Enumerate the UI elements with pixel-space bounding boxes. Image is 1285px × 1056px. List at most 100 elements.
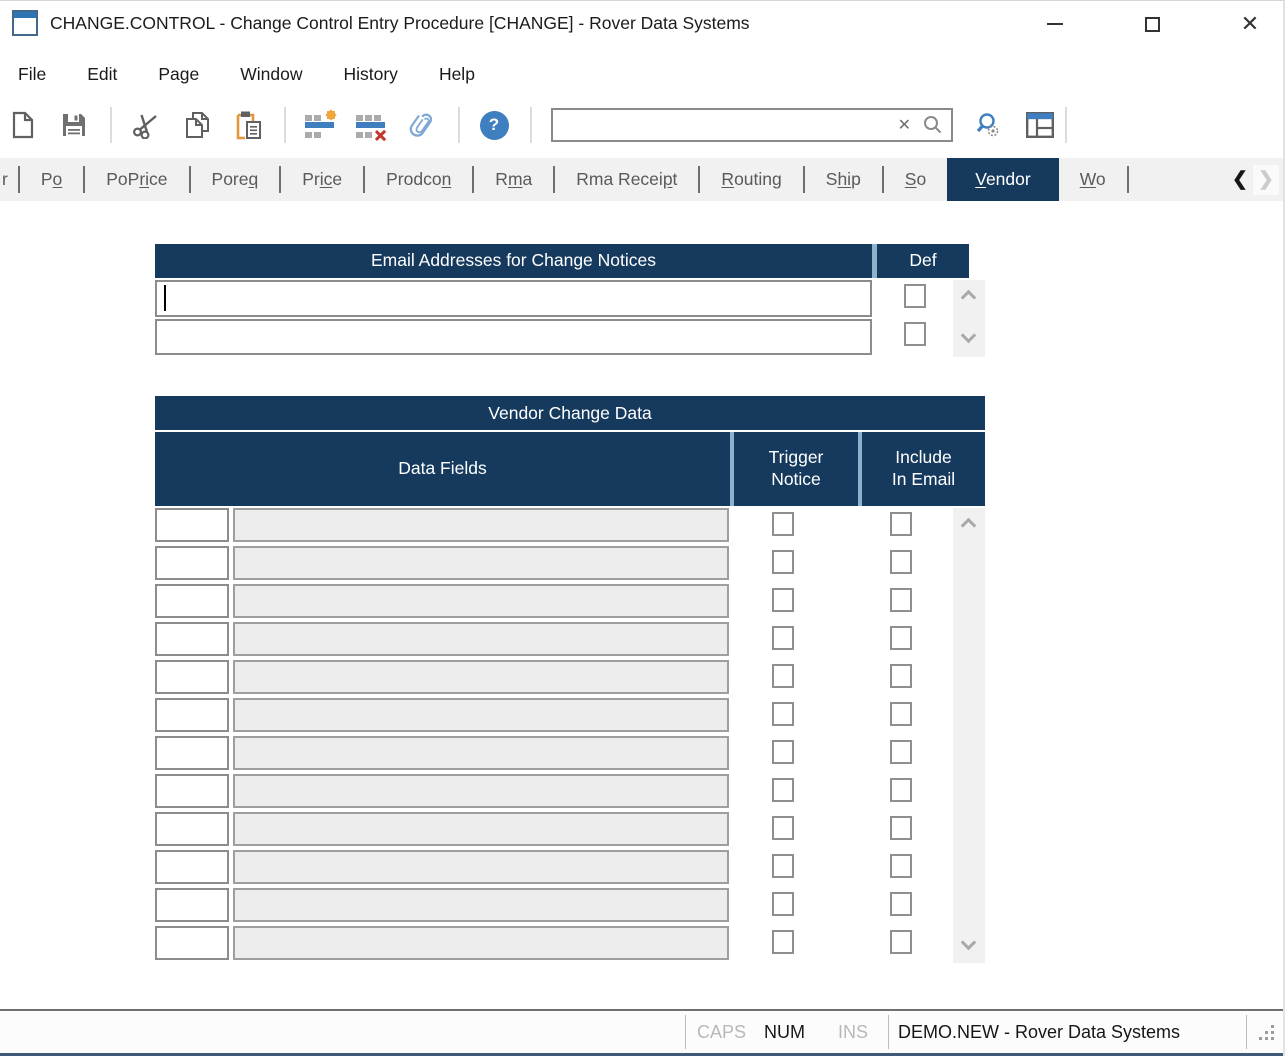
maximize-button[interactable] (1129, 1, 1175, 47)
trigger-notice-checkbox[interactable] (772, 702, 794, 726)
data-field-code-input[interactable] (155, 660, 229, 694)
email-scrollbar[interactable] (953, 280, 985, 357)
copy-button[interactable] (182, 108, 212, 142)
email-address-input[interactable] (155, 319, 872, 355)
include-in-email-checkbox[interactable] (890, 664, 912, 688)
trigger-notice-checkbox[interactable] (772, 778, 794, 802)
menu-page[interactable]: Page (158, 53, 199, 95)
table-row (155, 774, 985, 812)
save-button[interactable] (59, 108, 89, 142)
default-checkbox[interactable] (904, 322, 926, 346)
trigger-notice-checkbox[interactable] (772, 664, 794, 688)
menu-edit[interactable]: Edit (87, 53, 117, 95)
minimize-icon (1047, 23, 1063, 25)
vendor-columns-header-row: Data Fields Trigger Notice Include In Em… (155, 432, 985, 506)
close-icon: ✕ (1241, 13, 1259, 35)
delete-row-button[interactable] (356, 108, 386, 142)
data-field-code-input[interactable] (155, 812, 229, 846)
tab-poreq[interactable]: Poreq (191, 158, 280, 201)
scroll-up-icon[interactable] (961, 290, 977, 306)
table-scrollbar[interactable] (953, 508, 985, 963)
tab-bar: r PoPoPricePoreqPriceProdconRmaRma Recei… (0, 158, 1283, 201)
scroll-up-icon[interactable] (961, 518, 977, 534)
table-row (155, 736, 985, 774)
tab-partial[interactable]: r (0, 158, 18, 201)
table-row (155, 698, 985, 736)
attachment-button[interactable] (407, 108, 437, 142)
advanced-find-button[interactable] (973, 108, 1003, 142)
include-in-email-checkbox[interactable] (890, 702, 912, 726)
cut-button[interactable] (131, 108, 161, 142)
include-in-email-checkbox[interactable] (890, 930, 912, 954)
insert-row-button[interactable] (305, 108, 335, 142)
trigger-notice-checkbox[interactable] (772, 588, 794, 612)
data-field-description (233, 736, 729, 770)
help-button[interactable]: ? (479, 108, 509, 142)
paste-button[interactable] (233, 108, 263, 142)
data-field-code-input[interactable] (155, 736, 229, 770)
clear-search-icon[interactable]: ✕ (898, 115, 923, 135)
close-button[interactable]: ✕ (1227, 1, 1273, 47)
tab-vendor[interactable]: Vendor (947, 158, 1058, 201)
scroll-down-icon[interactable] (961, 935, 977, 951)
tab-poprice[interactable]: PoPrice (85, 158, 188, 201)
trigger-notice-checkbox[interactable] (772, 854, 794, 878)
tab-wo[interactable]: Wo (1059, 158, 1127, 201)
layout-button[interactable] (1025, 108, 1055, 142)
include-in-email-checkbox[interactable] (890, 626, 912, 650)
insert-mode-indicator: INS (838, 1011, 868, 1053)
trigger-notice-checkbox[interactable] (772, 626, 794, 650)
include-in-email-checkbox[interactable] (890, 892, 912, 916)
search-icon[interactable] (923, 115, 943, 135)
trigger-notice-checkbox[interactable] (772, 740, 794, 764)
scroll-down-icon[interactable] (961, 328, 977, 344)
include-in-email-checkbox[interactable] (890, 778, 912, 802)
tab-rma-receipt[interactable]: Rma Receipt (555, 158, 698, 201)
trigger-notice-checkbox[interactable] (772, 550, 794, 574)
tab-separator (1127, 166, 1129, 193)
data-field-code-input[interactable] (155, 622, 229, 656)
default-checkbox[interactable] (904, 284, 926, 308)
data-field-code-input[interactable] (155, 584, 229, 618)
menu-window[interactable]: Window (240, 53, 302, 95)
tab-rma[interactable]: Rma (474, 158, 553, 201)
include-in-email-checkbox[interactable] (890, 740, 912, 764)
scissors-icon (132, 111, 160, 139)
email-address-input[interactable] (155, 280, 872, 317)
tab-ship[interactable]: Ship (805, 158, 882, 201)
minimize-button[interactable] (1032, 1, 1078, 47)
data-field-code-input[interactable] (155, 774, 229, 808)
search-input[interactable] (553, 111, 898, 139)
resize-grip[interactable] (1259, 1025, 1275, 1041)
include-in-email-checkbox[interactable] (890, 854, 912, 878)
tab-po[interactable]: Po (20, 158, 83, 201)
trigger-notice-checkbox[interactable] (772, 930, 794, 954)
menu-file[interactable]: File (18, 53, 46, 95)
include-in-email-checkbox[interactable] (890, 512, 912, 536)
tab-scroll-left-icon[interactable]: ❮ (1227, 165, 1253, 195)
trigger-notice-checkbox[interactable] (772, 512, 794, 536)
include-in-email-checkbox[interactable] (890, 816, 912, 840)
trigger-notice-checkbox[interactable] (772, 892, 794, 916)
tab-prodcon[interactable]: Prodcon (365, 158, 472, 201)
new-document-button[interactable] (8, 108, 38, 142)
tab-price[interactable]: Price (281, 158, 363, 201)
table-row (155, 888, 985, 926)
data-field-code-input[interactable] (155, 888, 229, 922)
include-in-email-checkbox[interactable] (890, 550, 912, 574)
menu-history[interactable]: History (343, 53, 397, 95)
trigger-notice-checkbox[interactable] (772, 816, 794, 840)
include-in-email-checkbox[interactable] (890, 588, 912, 612)
help-icon: ? (480, 111, 509, 140)
data-field-code-input[interactable] (155, 546, 229, 580)
tab-routing[interactable]: Routing (700, 158, 802, 201)
data-field-code-input[interactable] (155, 508, 229, 542)
data-field-code-input[interactable] (155, 698, 229, 732)
table-row (155, 850, 985, 888)
menu-help[interactable]: Help (439, 53, 475, 95)
data-field-description (233, 812, 729, 846)
data-field-code-input[interactable] (155, 850, 229, 884)
data-field-code-input[interactable] (155, 926, 229, 960)
tab-so[interactable]: So (884, 158, 947, 201)
tab-scroll-right-icon[interactable]: ❯ (1253, 165, 1279, 195)
